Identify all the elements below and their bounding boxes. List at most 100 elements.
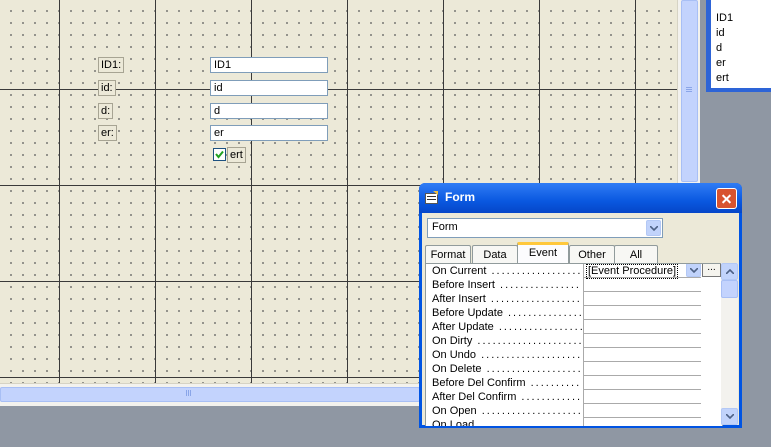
label-d[interactable]: d: bbox=[98, 103, 114, 119]
textbox-id1[interactable]: ID1 bbox=[210, 57, 328, 73]
tab-other[interactable]: Other bbox=[569, 245, 615, 264]
leader-dots: .............................. bbox=[477, 335, 582, 347]
leader-dots: .............................. bbox=[486, 363, 582, 375]
scroll-down-button[interactable] bbox=[721, 408, 738, 425]
property-value-field[interactable] bbox=[583, 362, 701, 376]
tab-format[interactable]: Format bbox=[425, 245, 471, 264]
property-row[interactable]: On Dirty .............................. bbox=[426, 334, 722, 348]
label-id1[interactable]: ID1: bbox=[98, 57, 125, 73]
property-row[interactable]: On Open .............................. bbox=[426, 404, 722, 418]
property-row[interactable]: After Insert ...........................… bbox=[426, 292, 722, 306]
property-row[interactable]: Before Del Confirm .....................… bbox=[426, 376, 722, 390]
property-grid-scrollbar[interactable] bbox=[721, 263, 738, 425]
object-selector[interactable]: Form bbox=[427, 218, 663, 238]
chevron-down-icon[interactable] bbox=[686, 264, 701, 277]
property-row[interactable]: Before Update ..........................… bbox=[426, 306, 722, 320]
property-value-field[interactable] bbox=[583, 334, 701, 348]
grip-icon bbox=[686, 87, 692, 88]
tab-data[interactable]: Data bbox=[472, 245, 518, 264]
chevron-down-icon[interactable] bbox=[646, 220, 661, 236]
property-name-text: On Delete bbox=[432, 363, 482, 375]
property-row[interactable]: Before Insert ..........................… bbox=[426, 278, 722, 292]
property-name-text: After Update bbox=[432, 321, 494, 333]
property-name-text: After Del Confirm bbox=[432, 391, 517, 403]
property-name-text: On Dirty bbox=[432, 335, 473, 347]
property-row[interactable]: On Current .............................… bbox=[426, 264, 722, 279]
property-value-field[interactable] bbox=[583, 292, 701, 306]
property-name: On Undo .............................. bbox=[432, 348, 582, 362]
property-value-field[interactable] bbox=[583, 348, 701, 362]
property-name-text: Before Del Confirm bbox=[432, 377, 526, 389]
property-sheet-window: Form Form Format Data Event Other All On… bbox=[419, 183, 742, 428]
close-button[interactable] bbox=[716, 188, 737, 209]
chevron-down-icon bbox=[726, 414, 734, 419]
field-list-item[interactable]: d bbox=[711, 41, 771, 56]
design-horizontal-scrollbar[interactable] bbox=[0, 383, 420, 406]
field-list-item[interactable]: er bbox=[711, 56, 771, 71]
chevron-up-icon bbox=[726, 269, 734, 274]
checkmark-icon bbox=[215, 150, 224, 159]
property-name: On Delete .............................. bbox=[432, 362, 582, 376]
property-row[interactable]: On Undo .............................. bbox=[426, 348, 722, 362]
leader-dots: .............................. bbox=[521, 391, 582, 403]
textbox-d[interactable]: d bbox=[210, 103, 328, 119]
property-name: After Insert ...........................… bbox=[432, 292, 582, 306]
scroll-up-button[interactable] bbox=[721, 263, 738, 280]
property-row[interactable]: On Load .............................. bbox=[426, 418, 722, 426]
build-button[interactable]: ... bbox=[702, 264, 721, 277]
object-selector-value: Form bbox=[432, 221, 458, 233]
property-value-field[interactable] bbox=[583, 418, 701, 426]
field-list-item[interactable]: ert bbox=[711, 71, 771, 86]
property-name-text: On Undo bbox=[432, 349, 477, 361]
property-grid: On Current .............................… bbox=[425, 263, 723, 426]
property-value-field[interactable] bbox=[583, 306, 701, 320]
field-list[interactable]: ID1 id d er ert bbox=[711, 0, 771, 88]
scroll-thumb[interactable] bbox=[721, 280, 738, 298]
property-name-text: On Open bbox=[432, 405, 477, 417]
property-value-field[interactable] bbox=[583, 376, 701, 390]
property-name: Before Update ..........................… bbox=[432, 306, 582, 320]
property-name: After Del Confirm ......................… bbox=[432, 390, 582, 404]
textbox-er[interactable]: er bbox=[210, 125, 328, 141]
field-list-item[interactable]: id bbox=[711, 26, 771, 41]
property-value-field[interactable] bbox=[583, 278, 701, 292]
property-name-text: Before Update bbox=[432, 307, 503, 319]
property-value-field[interactable] bbox=[583, 390, 701, 404]
property-name: Before Insert ..........................… bbox=[432, 278, 582, 292]
scroll-thumb[interactable] bbox=[681, 0, 698, 182]
label-er[interactable]: er: bbox=[98, 125, 117, 141]
label-id[interactable]: id: bbox=[98, 80, 116, 96]
property-tabs: Format Data Event Other All bbox=[425, 242, 739, 266]
property-value-field[interactable] bbox=[583, 320, 701, 334]
property-row[interactable]: After Update ...........................… bbox=[426, 320, 722, 334]
property-name-text: After Insert bbox=[432, 293, 486, 305]
property-value: [Event Procedure] bbox=[586, 264, 679, 279]
property-row[interactable]: On Delete .............................. bbox=[426, 362, 722, 376]
leader-dots: .............................. bbox=[500, 279, 582, 291]
grip-icon bbox=[186, 390, 187, 396]
leader-dots: .............................. bbox=[491, 265, 582, 277]
window-title: Form bbox=[445, 190, 475, 204]
property-value-field[interactable]: [Event Procedure] bbox=[583, 264, 701, 279]
property-name: On Load .............................. bbox=[432, 418, 582, 426]
leader-dots: .............................. bbox=[481, 405, 582, 417]
leader-dots: .............................. bbox=[507, 307, 582, 319]
scroll-thumb[interactable] bbox=[0, 387, 420, 402]
checkbox-ert[interactable] bbox=[213, 148, 226, 161]
leader-dots: .............................. bbox=[481, 349, 582, 361]
grid-line bbox=[155, 0, 156, 383]
property-name-text: On Load bbox=[432, 419, 475, 426]
title-bar[interactable]: Form bbox=[419, 183, 742, 213]
tab-all[interactable]: All bbox=[614, 245, 658, 264]
field-list-item[interactable]: ID1 bbox=[711, 11, 771, 26]
property-name: On Dirty .............................. bbox=[432, 334, 582, 348]
property-row[interactable]: After Del Confirm ......................… bbox=[426, 390, 722, 404]
property-name-text: Before Insert bbox=[432, 279, 495, 291]
textbox-id[interactable]: id bbox=[210, 80, 328, 96]
leader-dots: .............................. bbox=[479, 419, 582, 426]
property-name: After Update ...........................… bbox=[432, 320, 582, 334]
label-ert[interactable]: ert bbox=[227, 147, 246, 163]
property-name: On Current .............................… bbox=[432, 264, 582, 278]
property-value-field[interactable] bbox=[583, 404, 701, 418]
leader-dots: .............................. bbox=[490, 293, 582, 305]
